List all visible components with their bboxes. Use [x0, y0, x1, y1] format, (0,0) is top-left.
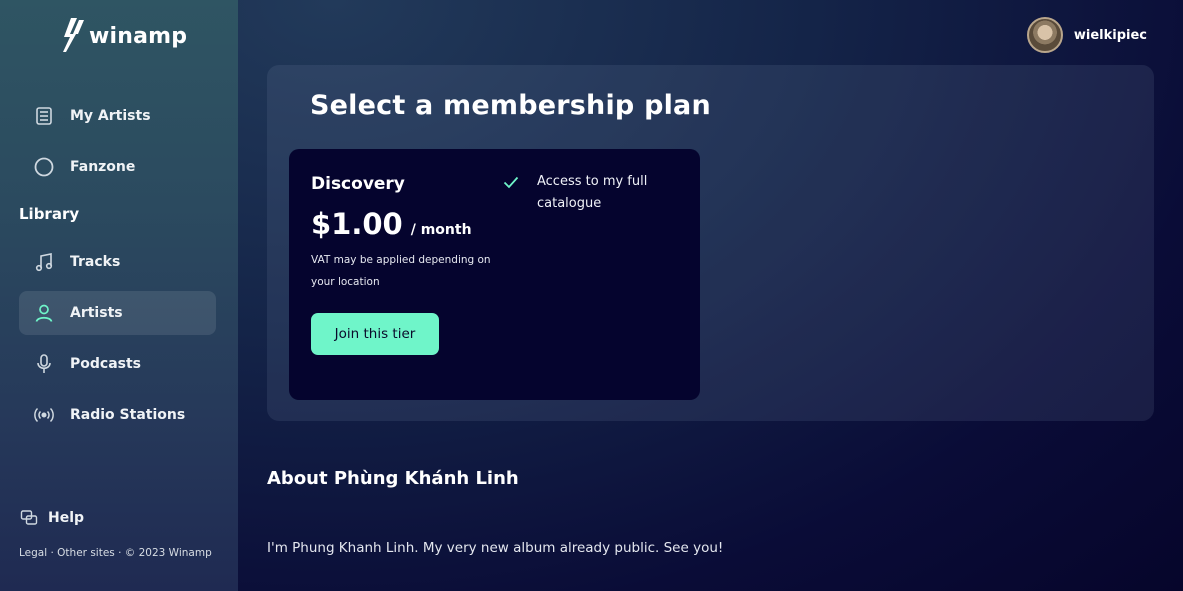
logo-text: winamp — [89, 23, 188, 49]
username: wielkipiec — [1073, 27, 1147, 43]
sidebar-item-label: Fanzone — [70, 159, 136, 175]
radio-waves-icon — [33, 404, 55, 426]
feature-text: Access to my full catalogue — [537, 174, 648, 211]
user-icon — [33, 302, 55, 324]
page-title: Select a membership plan — [310, 90, 711, 121]
sidebar-item-tracks[interactable]: Tracks — [19, 240, 216, 284]
microphone-icon — [33, 353, 55, 375]
help-chat-icon — [20, 510, 38, 525]
sidebar-item-label: My Artists — [70, 108, 151, 124]
copyright-text: © 2023 Winamp — [124, 547, 212, 559]
winamp-logo-icon — [63, 18, 84, 52]
join-tier-button[interactable]: Join this tier — [311, 313, 439, 355]
library-heading: Library — [19, 205, 80, 223]
vinyl-stack-icon — [33, 105, 55, 127]
vat-note: VAT may be applied depending on your loc… — [311, 254, 491, 288]
plan-feature: Access to my full catalogue — [502, 171, 677, 215]
music-note-icon — [33, 251, 55, 273]
price-period: / month — [410, 222, 472, 238]
sidebar-item-label: Tracks — [70, 254, 121, 270]
circle-icon — [33, 156, 55, 178]
app-window: winamp My Artists Fanzone Library Tracks… — [0, 0, 1183, 591]
footer-links: Legal · Other sites · © 2023 Winamp — [19, 547, 212, 559]
sidebar-item-label: Podcasts — [70, 356, 142, 372]
membership-plans-panel: Select a membership plan Discovery $1.00… — [267, 65, 1154, 421]
footer-separator: · — [114, 547, 125, 559]
sidebar-item-artists[interactable]: Artists — [19, 291, 216, 335]
other-sites-link[interactable]: Other sites — [57, 547, 115, 559]
sidebar-item-label: Radio Stations — [70, 407, 186, 423]
sidebar: winamp My Artists Fanzone Library Tracks… — [0, 0, 238, 591]
price-value: $1.00 — [311, 207, 403, 241]
check-icon — [503, 176, 519, 189]
avatar — [1026, 17, 1063, 53]
plan-name: Discovery — [311, 174, 405, 194]
main-content: wielkipiec Select a membership plan Disc… — [238, 0, 1183, 591]
sidebar-item-label: Artists — [70, 305, 123, 321]
help-label: Help — [48, 510, 85, 526]
footer-separator: · — [47, 547, 58, 559]
sidebar-item-my-artists[interactable]: My Artists — [19, 94, 216, 138]
sidebar-item-podcasts[interactable]: Podcasts — [19, 342, 216, 386]
plan-price: $1.00 / month — [311, 207, 472, 241]
sidebar-item-radio-stations[interactable]: Radio Stations — [19, 393, 216, 437]
help-link[interactable]: Help — [20, 509, 84, 527]
winamp-logo[interactable]: winamp — [62, 16, 187, 54]
plan-card-discovery: Discovery $1.00 / month VAT may be appli… — [289, 149, 700, 400]
about-text: I'm Phung Khanh Linh. My very new album … — [267, 540, 724, 556]
sidebar-item-fanzone[interactable]: Fanzone — [19, 145, 216, 189]
user-menu[interactable]: wielkipiec — [1026, 17, 1147, 53]
legal-link[interactable]: Legal — [19, 547, 47, 559]
about-title: About Phùng Khánh Linh — [267, 468, 519, 489]
